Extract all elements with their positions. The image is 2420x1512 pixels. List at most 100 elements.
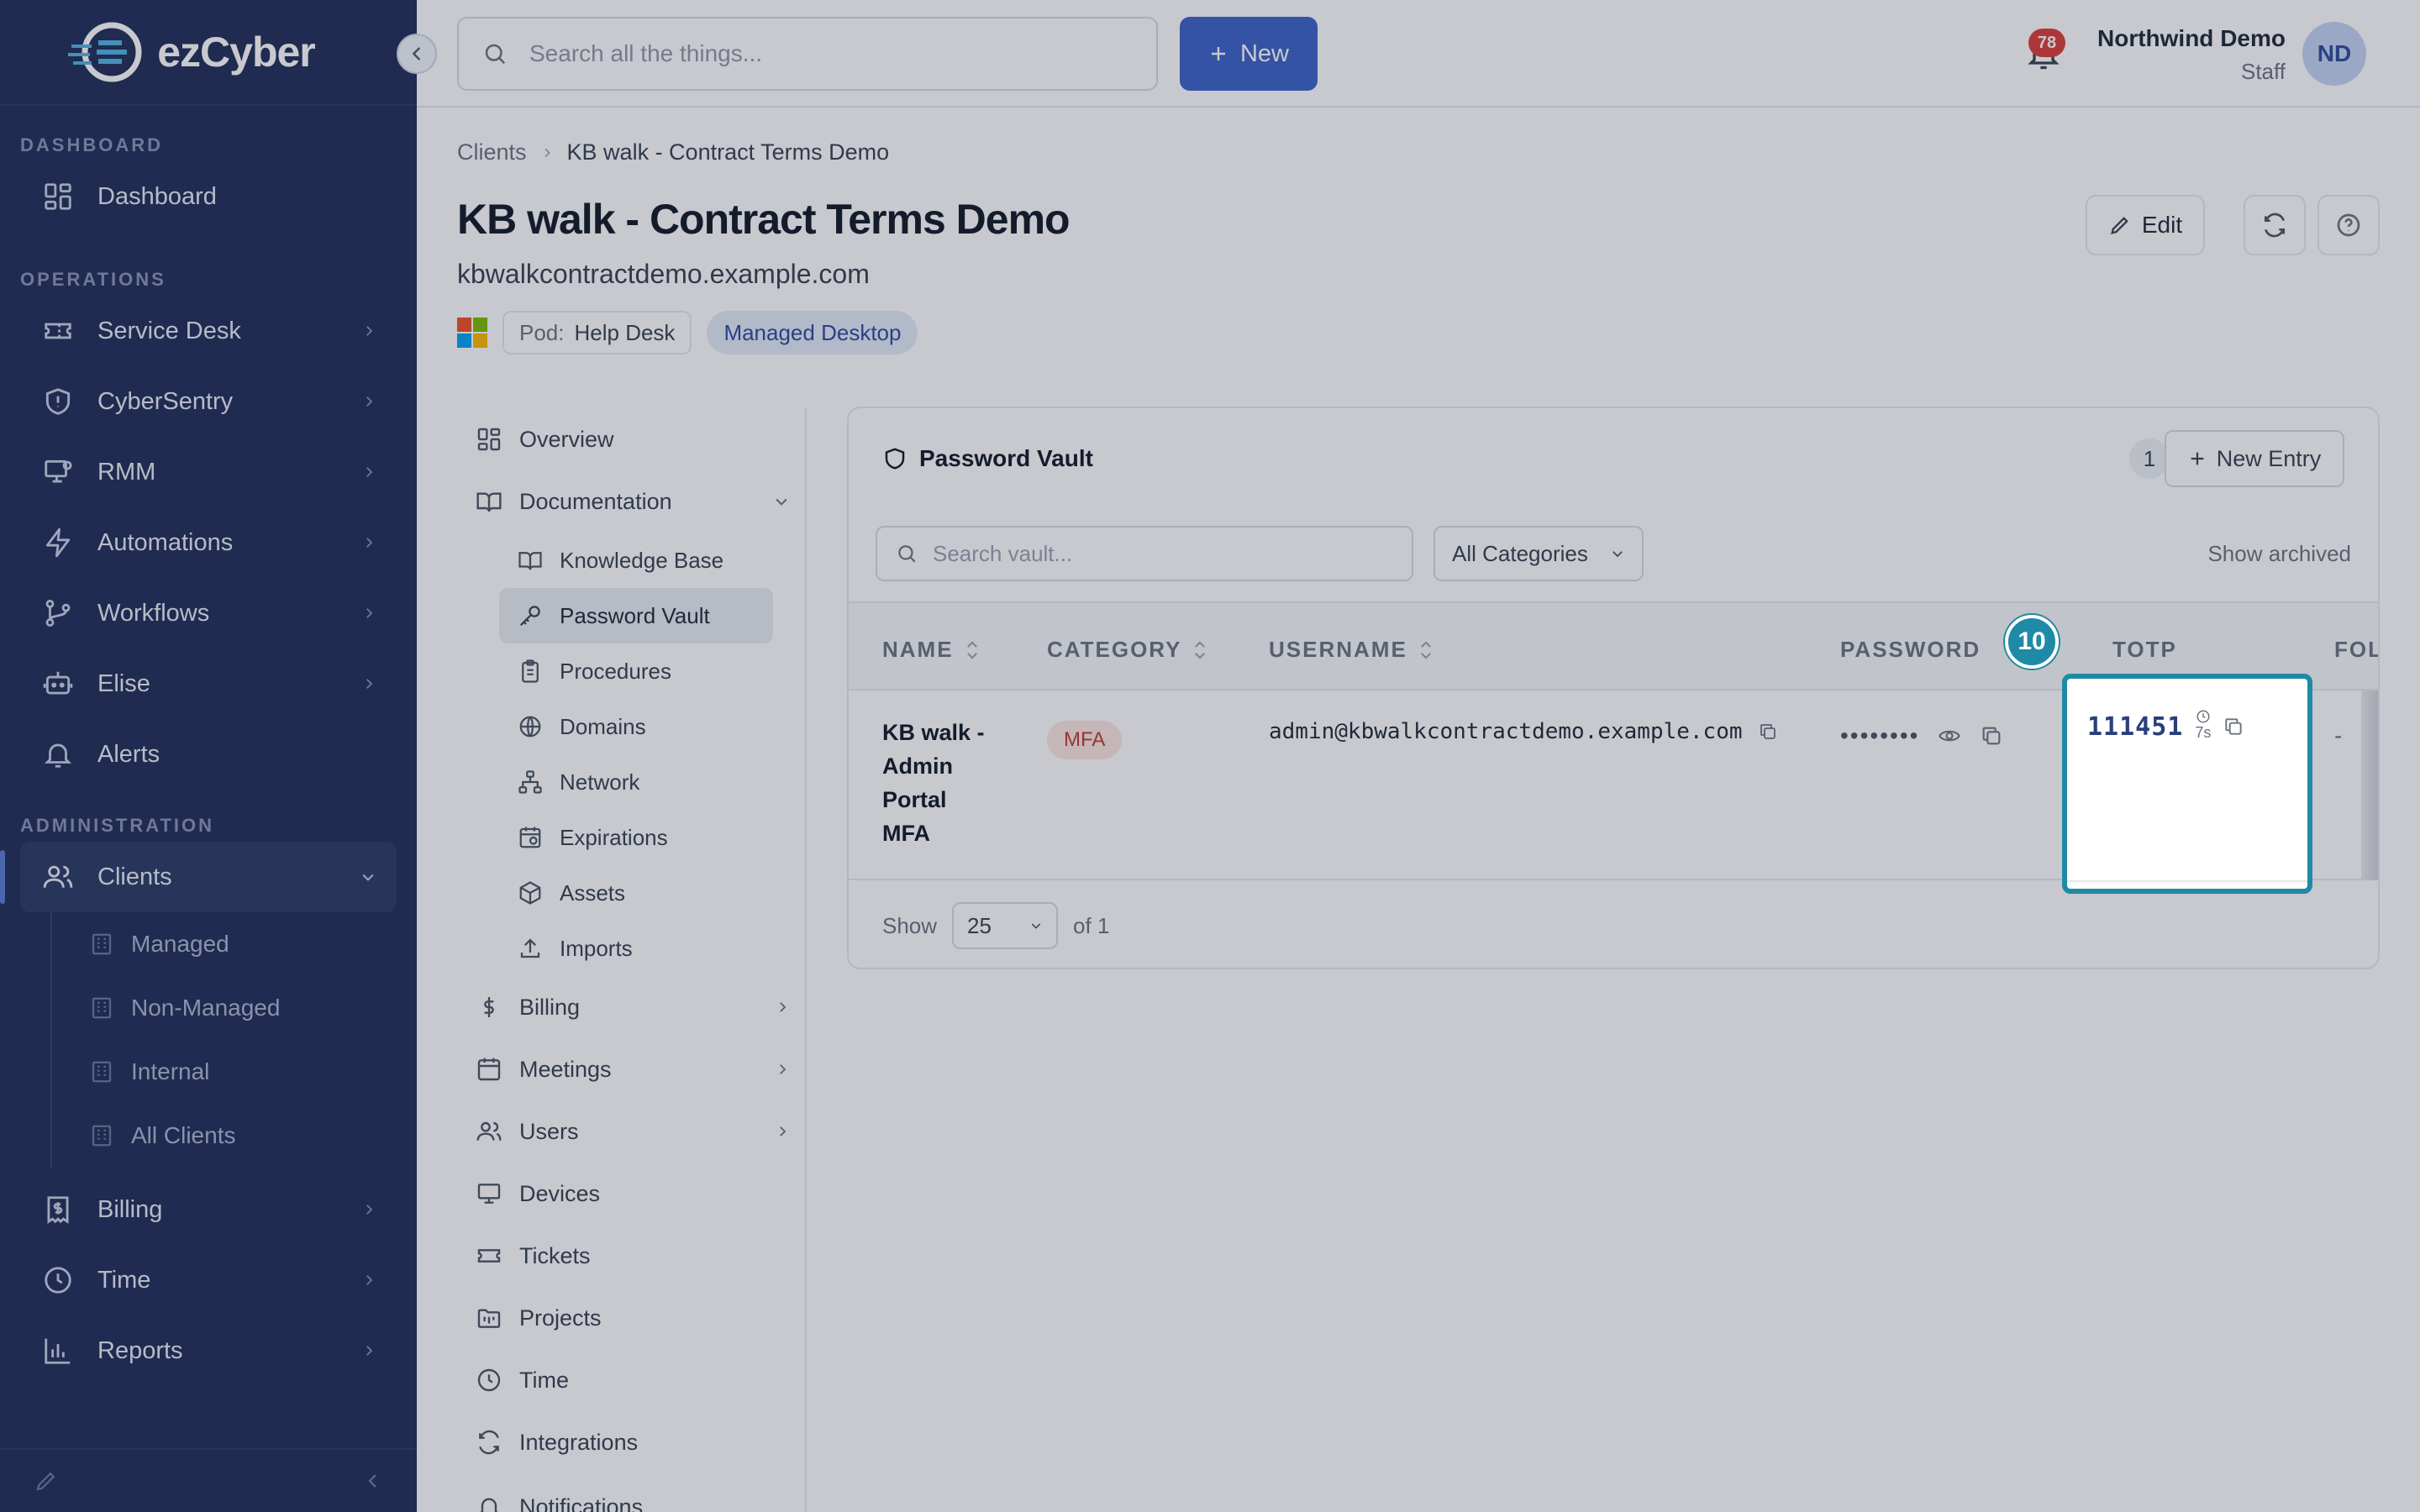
copy-icon[interactable]	[1758, 722, 1778, 742]
subnav-integrations[interactable]: Integrations	[457, 1411, 807, 1473]
column-header-password: PASSWORD	[1840, 637, 1981, 663]
sidebar-item-label: Billing	[97, 1195, 163, 1223]
subnav-notifications[interactable]: Notifications	[457, 1473, 807, 1512]
entry-name[interactable]: KB walk - Admin Portal MFA	[882, 716, 992, 850]
eye-icon[interactable]	[1938, 724, 1961, 748]
folder-kanban-icon	[477, 1309, 501, 1328]
sidebar-item-alerts[interactable]: Alerts	[20, 719, 397, 790]
copy-icon[interactable]	[2223, 716, 2244, 738]
sidebar-subitem-label: All Clients	[131, 1122, 236, 1148]
sidebar-item-elise[interactable]: Elise	[20, 648, 397, 719]
subnav-tickets[interactable]: Tickets	[457, 1225, 807, 1287]
subnav-procedures[interactable]: Procedures	[499, 643, 773, 699]
new-button[interactable]: New	[1180, 17, 1318, 91]
subnav-network[interactable]: Network	[499, 754, 773, 810]
vault-search-input[interactable]: Search vault...	[876, 526, 1413, 581]
lightning-icon	[40, 525, 76, 560]
breadcrumb-current: KB walk - Contract Terms Demo	[566, 139, 890, 165]
show-archived-toggle[interactable]: Show archived	[2207, 541, 2351, 567]
subnav-password-vault[interactable]: Password Vault	[499, 588, 773, 643]
page-title: KB walk - Contract Terms Demo	[457, 196, 1071, 243]
chevron-right-icon	[366, 1346, 373, 1356]
subnav-expirations[interactable]: Expirations	[499, 810, 773, 865]
subnav-projects[interactable]: Projects	[457, 1287, 807, 1349]
sidebar-item-reports[interactable]: Reports	[20, 1315, 397, 1386]
sidebar-item-label: Time	[97, 1266, 151, 1294]
copy-icon[interactable]	[1980, 724, 2003, 748]
sidebar-subitem-managed[interactable]: Managed	[71, 912, 397, 976]
subnav-domains[interactable]: Domains	[499, 699, 773, 754]
sidebar-item-label: Automations	[97, 528, 234, 556]
user-name[interactable]: Northwind Demo	[2097, 25, 2286, 52]
subnav-assets[interactable]: Assets	[499, 865, 773, 921]
sidebar-item-label: Elise	[97, 669, 150, 697]
pagination-show-label: Show	[882, 912, 938, 938]
subnav-label: Notifications	[519, 1494, 644, 1512]
edit-button[interactable]: Edit	[2086, 195, 2205, 255]
subnav-knowledge-base[interactable]: Knowledge Base	[499, 533, 773, 588]
global-search-input[interactable]: Search all the things...	[457, 17, 1158, 91]
subnav-documentation[interactable]: Documentation	[457, 470, 807, 533]
sidebar-subitem-all-clients[interactable]: All Clients	[71, 1104, 397, 1168]
subnav-label: Projects	[519, 1305, 602, 1331]
chevron-right-icon	[366, 1275, 373, 1285]
sidebar-item-clients[interactable]: Clients	[0, 842, 397, 912]
bell-icon	[480, 1498, 498, 1512]
subnav-users[interactable]: Users	[457, 1100, 807, 1163]
subnav-billing[interactable]: Billing	[457, 976, 807, 1038]
brand-logo[interactable]: ezCyber	[68, 21, 316, 83]
topbar: Search all the things... New	[417, 0, 2420, 108]
robot-icon	[40, 666, 76, 701]
chevron-left-icon[interactable]	[363, 1471, 383, 1491]
brand-name: ezCyber	[157, 29, 316, 76]
sidebar-item-automations[interactable]: Automations	[20, 507, 397, 578]
totp-cell-highlight[interactable]: 111451 7s	[2062, 674, 2312, 894]
column-header-name[interactable]: NAME	[882, 637, 979, 663]
pencil-icon[interactable]	[34, 1468, 59, 1494]
git-branch-icon	[40, 596, 76, 631]
sidebar-item-label: Reports	[97, 1336, 183, 1364]
building-icon	[92, 1061, 112, 1083]
breadcrumb-clients-link[interactable]: Clients	[457, 139, 527, 165]
totp-code: 111451	[2087, 712, 2184, 742]
sidebar-item-dashboard[interactable]: Dashboard	[20, 161, 397, 232]
package-icon	[519, 881, 541, 905]
category-filter-value: All Categories	[1452, 540, 1588, 566]
subnav-meetings[interactable]: Meetings	[457, 1038, 807, 1100]
sidebar-item-service-desk[interactable]: Service Desk	[20, 296, 397, 366]
chevron-left-icon	[413, 47, 420, 60]
sidebar-item-workflows[interactable]: Workflows	[20, 578, 397, 648]
subnav-devices[interactable]: Devices	[457, 1163, 807, 1225]
totp-cell: 111451 7s	[2087, 709, 2244, 742]
refresh-button[interactable]	[2244, 195, 2306, 255]
sidebar-subitem-non-managed[interactable]: Non-Managed	[71, 976, 397, 1040]
clock-icon	[2196, 710, 2210, 723]
pencil-icon	[2110, 217, 2128, 234]
sidebar-subitem-internal[interactable]: Internal	[71, 1040, 397, 1104]
monitor-settings-icon	[40, 454, 76, 490]
column-header-username[interactable]: USERNAME	[1269, 637, 1433, 663]
subnav-imports[interactable]: Imports	[499, 921, 773, 976]
sidebar-item-rmm[interactable]: RMM	[20, 437, 397, 507]
pod-tag-value: Help Desk	[574, 319, 676, 345]
sidebar-item-cybersentry[interactable]: CyberSentry	[20, 366, 397, 437]
totp-timer: 7s	[2195, 709, 2211, 741]
subnav-overview[interactable]: Overview	[457, 408, 807, 470]
sidebar-item-billing[interactable]: Billing	[20, 1174, 397, 1245]
column-header-category[interactable]: CATEGORY	[1047, 637, 1207, 663]
subnav-label: Network	[560, 769, 640, 795]
clients-submenu: Managed Non-Managed Internal All Clients	[50, 912, 397, 1168]
help-button[interactable]	[2317, 195, 2380, 255]
subnav-label: Assets	[560, 879, 626, 906]
category-filter-select[interactable]: All Categories	[1434, 526, 1644, 581]
pod-tag-key: Pod:	[519, 319, 565, 345]
avatar[interactable]: ND	[2302, 22, 2366, 86]
sidebar-item-time[interactable]: Time	[20, 1245, 397, 1315]
subnav-time[interactable]: Time	[457, 1349, 807, 1411]
help-circle-icon	[2337, 213, 2360, 237]
receipt-dollar-icon	[40, 1192, 76, 1227]
sidebar-item-label: Workflows	[97, 599, 210, 627]
per-page-select[interactable]: 25	[952, 902, 1059, 949]
sidebar-collapse-button[interactable]	[397, 34, 437, 74]
new-entry-button[interactable]: New Entry	[2165, 430, 2344, 487]
